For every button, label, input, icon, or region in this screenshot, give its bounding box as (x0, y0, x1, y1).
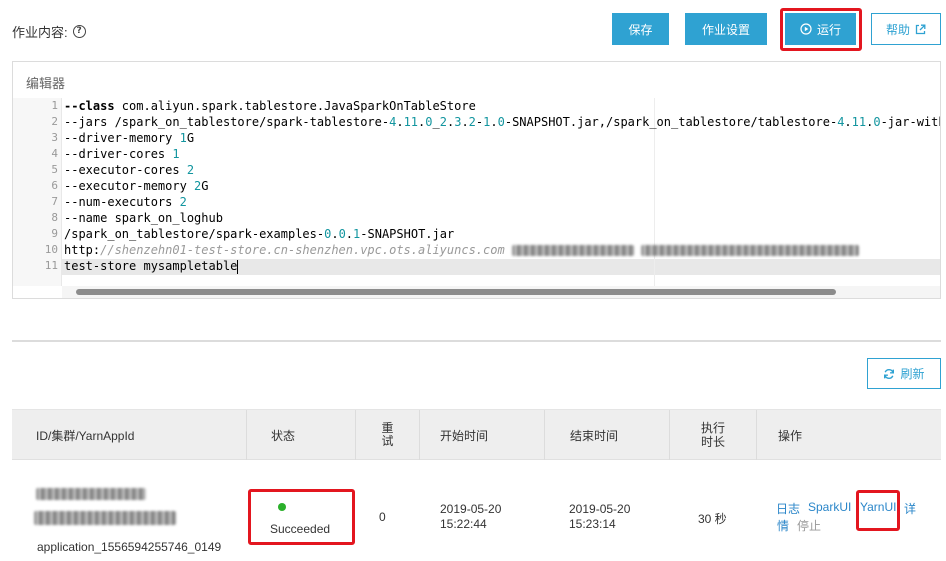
redacted-job-id (36, 488, 146, 500)
code-line: http://shenzehn01-test-store.cn-shenzhen… (64, 242, 860, 258)
line-number: 9 (51, 227, 58, 240)
code-line: --driver-cores 1 (64, 147, 180, 161)
line-number: 10 (44, 243, 58, 256)
editor-panel: 编辑器 1 2 3 4 5 6 7 8 9 10 11 --class com.… (12, 61, 941, 299)
refresh-button[interactable]: 刷新 (867, 358, 941, 389)
code-line: --class com.aliyun.spark.tablestore.Java… (64, 99, 476, 113)
yarn-app-id: application_1556594255746_0149 (37, 540, 222, 554)
column-header-end-time: 结束时间 (545, 410, 670, 460)
code-line: /spark_on_tablestore/spark-examples-0.0.… (64, 227, 455, 241)
line-number: 8 (51, 211, 58, 224)
code-line: --executor-memory 2G (64, 179, 209, 193)
run-button[interactable]: 运行 (785, 13, 856, 45)
column-header-text: 重试 (381, 421, 394, 448)
retry-count: 0 (379, 510, 386, 524)
job-settings-button-label: 作业设置 (701, 22, 750, 37)
column-header-actions: 操作 (757, 410, 941, 460)
code-line: --name spark_on_loghub (64, 211, 223, 225)
column-header-text: 执行时长 (700, 421, 725, 449)
start-time: 15:22:44 (440, 517, 487, 531)
editor-title: 编辑器 (26, 76, 66, 91)
refresh-icon (884, 368, 895, 379)
job-settings-button[interactable]: 作业设置 (685, 13, 767, 45)
duration: 30 秒 (698, 512, 727, 526)
line-number: 7 (51, 195, 58, 208)
line-number: 6 (51, 179, 58, 192)
external-link-icon (915, 24, 926, 34)
column-header-text: 状态 (271, 428, 296, 443)
column-header-retry: 重试 (356, 410, 420, 460)
column-header-duration: 执行时长 (670, 410, 757, 460)
line-number: 3 (51, 131, 58, 144)
code-line: --num-executors 2 (64, 195, 187, 209)
horizontal-scrollbar[interactable] (62, 286, 940, 298)
job-content-label: 作业内容: ? (12, 22, 86, 41)
log-link[interactable]: 日志 (776, 500, 800, 517)
code-editor[interactable]: 1 2 3 4 5 6 7 8 9 10 11 --class com.aliy… (13, 98, 940, 286)
run-button-label: 运行 (816, 22, 841, 37)
line-number: 2 (51, 115, 58, 128)
help-button-label: 帮助 (885, 22, 910, 37)
code-line: --driver-memory 1G (64, 131, 195, 145)
stop-action[interactable]: 停止 (797, 517, 821, 534)
scrollbar-thumb[interactable] (76, 289, 836, 295)
start-date: 2019-05-20 (440, 502, 502, 516)
end-time: 15:23:14 (569, 517, 616, 531)
help-button[interactable]: 帮助 (871, 13, 941, 45)
column-header-start-time: 开始时间 (420, 410, 545, 460)
column-header-text: ID/集群/YarnAppId (36, 428, 135, 443)
status-highlight (248, 489, 355, 545)
play-circle-icon (800, 23, 812, 35)
save-button-label: 保存 (628, 22, 653, 37)
section-divider (12, 340, 941, 342)
refresh-button-label: 刷新 (900, 367, 925, 381)
status-badge: Succeeded (270, 522, 331, 536)
column-header-text: 结束时间 (570, 428, 619, 443)
code-line: test-store mysampletable (64, 259, 239, 274)
line-number: 4 (51, 147, 58, 160)
job-run-table: ID/集群/YarnAppId 状态 重试 开始时间 结束时间 执行时长 操作 … (12, 409, 941, 561)
line-number-gutter: 1 2 3 4 5 6 7 8 9 10 11 (13, 98, 62, 286)
sparkui-link[interactable]: SparkUI (808, 500, 851, 514)
status-success-dot (278, 503, 286, 511)
yarnui-link[interactable]: YarnUI (860, 500, 896, 514)
column-header-id: ID/集群/YarnAppId (12, 410, 247, 460)
line-number: 5 (51, 163, 58, 176)
table-header: ID/集群/YarnAppId 状态 重试 开始时间 结束时间 执行时长 操作 (12, 410, 941, 460)
line-number: 1 (51, 99, 58, 112)
help-question-icon[interactable]: ? (72, 25, 86, 38)
code-line: --executor-cores 2 (64, 163, 195, 177)
line-number: 11 (44, 259, 58, 272)
job-content-text: 作业内容: (12, 25, 68, 40)
save-button[interactable]: 保存 (612, 13, 669, 45)
column-header-status: 状态 (247, 410, 356, 460)
column-header-text: 开始时间 (440, 428, 489, 443)
end-date: 2019-05-20 (569, 502, 631, 516)
column-header-text: 操作 (778, 428, 803, 443)
top-bar: 作业内容: ? 保存 作业设置 运行 帮助 (0, 0, 946, 62)
redacted-cluster-name (34, 511, 176, 525)
code-line: --jars /spark_on_tablestore/spark-tables… (64, 115, 940, 129)
